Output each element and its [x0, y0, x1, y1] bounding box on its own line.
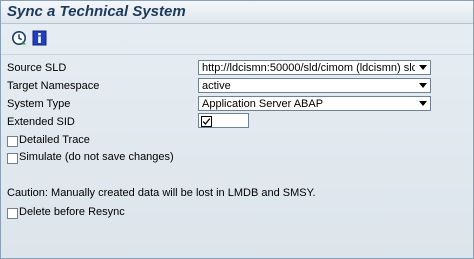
- source-sld-value: http://ldcismn:50000/sld/cimom (ldcismn)…: [202, 62, 415, 74]
- simulate-checkbox[interactable]: [7, 153, 18, 164]
- detailed-trace-label: Detailed Trace: [19, 134, 90, 146]
- execute-button[interactable]: [11, 30, 27, 46]
- extended-sid-label: Extended SID: [7, 116, 75, 128]
- simulate-label: Simulate (do not save changes): [19, 151, 174, 163]
- delete-before-resync-checkbox[interactable]: [7, 208, 18, 219]
- source-sld-label: Source SLD: [7, 62, 67, 74]
- caution-text: Caution: Manually created data will be l…: [7, 187, 316, 199]
- info-button[interactable]: [32, 30, 48, 46]
- window-title: Sync a Technical System: [7, 3, 186, 20]
- target-namespace-dropdown[interactable]: active: [198, 78, 431, 93]
- title-bar: Sync a Technical System: [1, 1, 473, 24]
- extended-sid-checkbox[interactable]: [201, 116, 212, 127]
- system-type-value: Application Server ABAP: [202, 98, 324, 110]
- system-type-dropdown[interactable]: Application Server ABAP: [198, 96, 431, 111]
- target-namespace-label: Target Namespace: [7, 80, 100, 92]
- toolbar-divider: [1, 54, 473, 55]
- chevron-down-icon[interactable]: [417, 80, 429, 91]
- checkbox-checked-icon: [201, 116, 212, 127]
- toolbar: [1, 24, 473, 54]
- detailed-trace-checkbox[interactable]: [7, 136, 18, 147]
- chevron-down-icon[interactable]: [417, 62, 429, 73]
- system-type-label: System Type: [7, 98, 71, 110]
- source-sld-dropdown[interactable]: http://ldcismn:50000/sld/cimom (ldcismn)…: [198, 60, 431, 75]
- execute-clock-icon: [12, 31, 26, 45]
- delete-before-resync-label: Delete before Resync: [19, 206, 125, 218]
- target-namespace-value: active: [202, 80, 231, 92]
- info-icon: [32, 30, 47, 46]
- chevron-down-icon[interactable]: [417, 98, 429, 109]
